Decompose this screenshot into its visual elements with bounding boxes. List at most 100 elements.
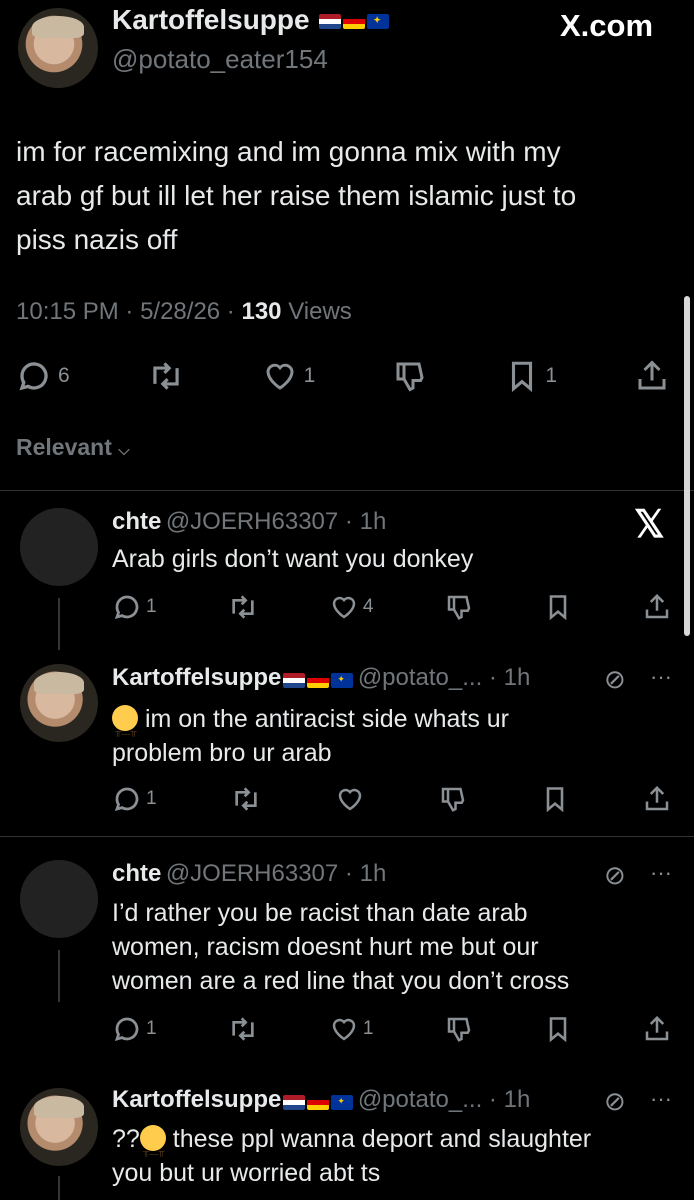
reply-button[interactable]: 1 [112, 1014, 157, 1044]
germany-flag-icon [307, 1095, 330, 1111]
more-dots-icon[interactable]: ··· [650, 1086, 672, 1112]
reply-avatar[interactable] [20, 1088, 98, 1166]
dislike-button[interactable] [392, 358, 428, 394]
bookmark-icon [546, 787, 564, 813]
grok-icon[interactable]: ⊘ [604, 860, 626, 891]
dislike-icon [447, 595, 470, 620]
author-name: Kartoffelsuppe [112, 4, 310, 35]
like-count: 4 [362, 596, 374, 617]
reply-author-handle[interactable]: @potato_... [358, 664, 482, 691]
reply-text-line: I’d rather you be racist than date arab [112, 899, 528, 927]
reply-text: im on the antiracist side whats ur probl… [112, 702, 509, 770]
reply-avatar[interactable] [20, 860, 98, 938]
bookmark-icon [549, 1017, 567, 1043]
reply-button[interactable]: 1 [112, 592, 157, 622]
views-count: 130 [241, 298, 282, 325]
reply-author-name[interactable]: Kartoffelsuppe [112, 664, 281, 691]
like-button[interactable]: 4 [329, 592, 374, 622]
share-icon [638, 360, 666, 390]
grok-icon[interactable]: ⊘ [604, 664, 626, 695]
reply-avatar[interactable] [20, 508, 98, 586]
bookmark-count: 1 [545, 364, 557, 387]
more-dots-icon[interactable]: ··· [650, 860, 672, 886]
reply-count: 1 [146, 1018, 157, 1039]
retweet-icon [232, 1017, 254, 1041]
eu-flag-icon [331, 1095, 354, 1111]
reply-text: ?? these ppl wanna deport and slaughter … [112, 1122, 591, 1190]
post-meta: 10:15 PM · 5/28/26 · 130 Views [16, 298, 352, 325]
dislike-button[interactable] [438, 784, 468, 814]
chevron-down-icon: ⌵ [118, 442, 130, 459]
reply-author-handle[interactable]: @JOERH63307 [166, 860, 338, 887]
post-time[interactable]: 10:15 PM [16, 298, 119, 325]
reply-avatar[interactable] [20, 664, 98, 742]
author-avatar[interactable] [18, 8, 98, 88]
reply-count: 1 [146, 788, 157, 809]
reply-text-prefix: ?? [112, 1125, 140, 1153]
thread-line [58, 1176, 60, 1200]
like-button[interactable]: 1 [262, 358, 315, 394]
germany-flag-icon [307, 673, 330, 689]
sort-dropdown[interactable]: Relevant ⌵ [16, 434, 130, 461]
share-icon [645, 1015, 669, 1041]
share-icon [645, 593, 669, 619]
reply-count: 1 [146, 596, 157, 617]
retweet-button[interactable] [147, 357, 185, 395]
reply-author-name[interactable]: Kartoffelsuppe [112, 1086, 281, 1113]
like-button[interactable] [335, 784, 365, 814]
dislike-button[interactable] [444, 1014, 474, 1044]
x-logo-icon: 𝕏 [634, 504, 665, 546]
share-button[interactable] [634, 358, 670, 394]
grok-icon[interactable]: ⊘ [604, 1086, 626, 1117]
reply-text: Arab girls don’t want you donkey [112, 542, 473, 576]
share-icon [645, 785, 669, 811]
reply-age[interactable]: 1h [360, 508, 387, 535]
retweet-button[interactable] [227, 591, 259, 623]
dislike-icon [396, 362, 424, 392]
reply-age[interactable]: 1h [504, 1086, 531, 1113]
share-button[interactable] [642, 592, 672, 622]
author-handle[interactable]: @potato_eater154 [112, 44, 328, 75]
bookmark-button[interactable] [541, 784, 569, 814]
reply-button[interactable]: 6 [16, 358, 70, 394]
bookmark-button[interactable] [544, 592, 572, 622]
post-text: im for racemixing and im gonna mix with … [16, 130, 676, 262]
reply-author-handle[interactable]: @potato_... [358, 1086, 482, 1113]
reply-age[interactable]: 1h [360, 860, 387, 887]
netherlands-flag-icon [283, 1095, 306, 1111]
reply-text-line: women are a red line that you don’t cros… [112, 967, 570, 995]
reply-count: 6 [58, 364, 70, 387]
eu-flag-icon [331, 673, 354, 689]
retweet-button[interactable] [227, 1013, 259, 1045]
reply-text-line: these ppl wanna deport and slaughter [172, 1125, 592, 1153]
comment-bubble-icon [114, 595, 139, 620]
comment-bubble-icon [114, 1017, 139, 1042]
comment-bubble-icon [19, 362, 48, 391]
like-button[interactable]: 1 [329, 1014, 373, 1044]
reply-author-name[interactable]: chte [112, 508, 161, 535]
reply-button[interactable]: 1 [112, 784, 157, 814]
reply-author-name[interactable]: chte [112, 860, 161, 887]
heart-icon [332, 1018, 356, 1041]
post-date[interactable]: 5/28/26 [140, 298, 220, 325]
heart-icon [266, 363, 294, 390]
thread-line [58, 598, 60, 650]
dislike-button[interactable] [444, 592, 474, 622]
bookmark-button[interactable] [544, 1014, 572, 1044]
thread-line [58, 950, 60, 1002]
reply-author-handle[interactable]: @JOERH63307 [166, 508, 338, 535]
netherlands-flag-icon [319, 14, 342, 30]
author-name-row[interactable]: Kartoffelsuppe [112, 4, 390, 36]
heart-icon [338, 788, 361, 811]
reply-text-line: you but ur worried abt ts [112, 1159, 381, 1187]
share-button[interactable] [642, 1014, 672, 1044]
site-watermark: X.com [560, 8, 653, 44]
reply-age[interactable]: 1h [504, 664, 531, 691]
bookmark-button[interactable]: 1 [505, 358, 557, 394]
scrollbar[interactable] [684, 296, 690, 636]
more-dots-icon[interactable]: ··· [650, 664, 672, 690]
retweet-button[interactable] [230, 783, 262, 815]
share-button[interactable] [642, 784, 672, 814]
bookmark-icon [549, 595, 567, 621]
heart-icon [332, 596, 356, 619]
